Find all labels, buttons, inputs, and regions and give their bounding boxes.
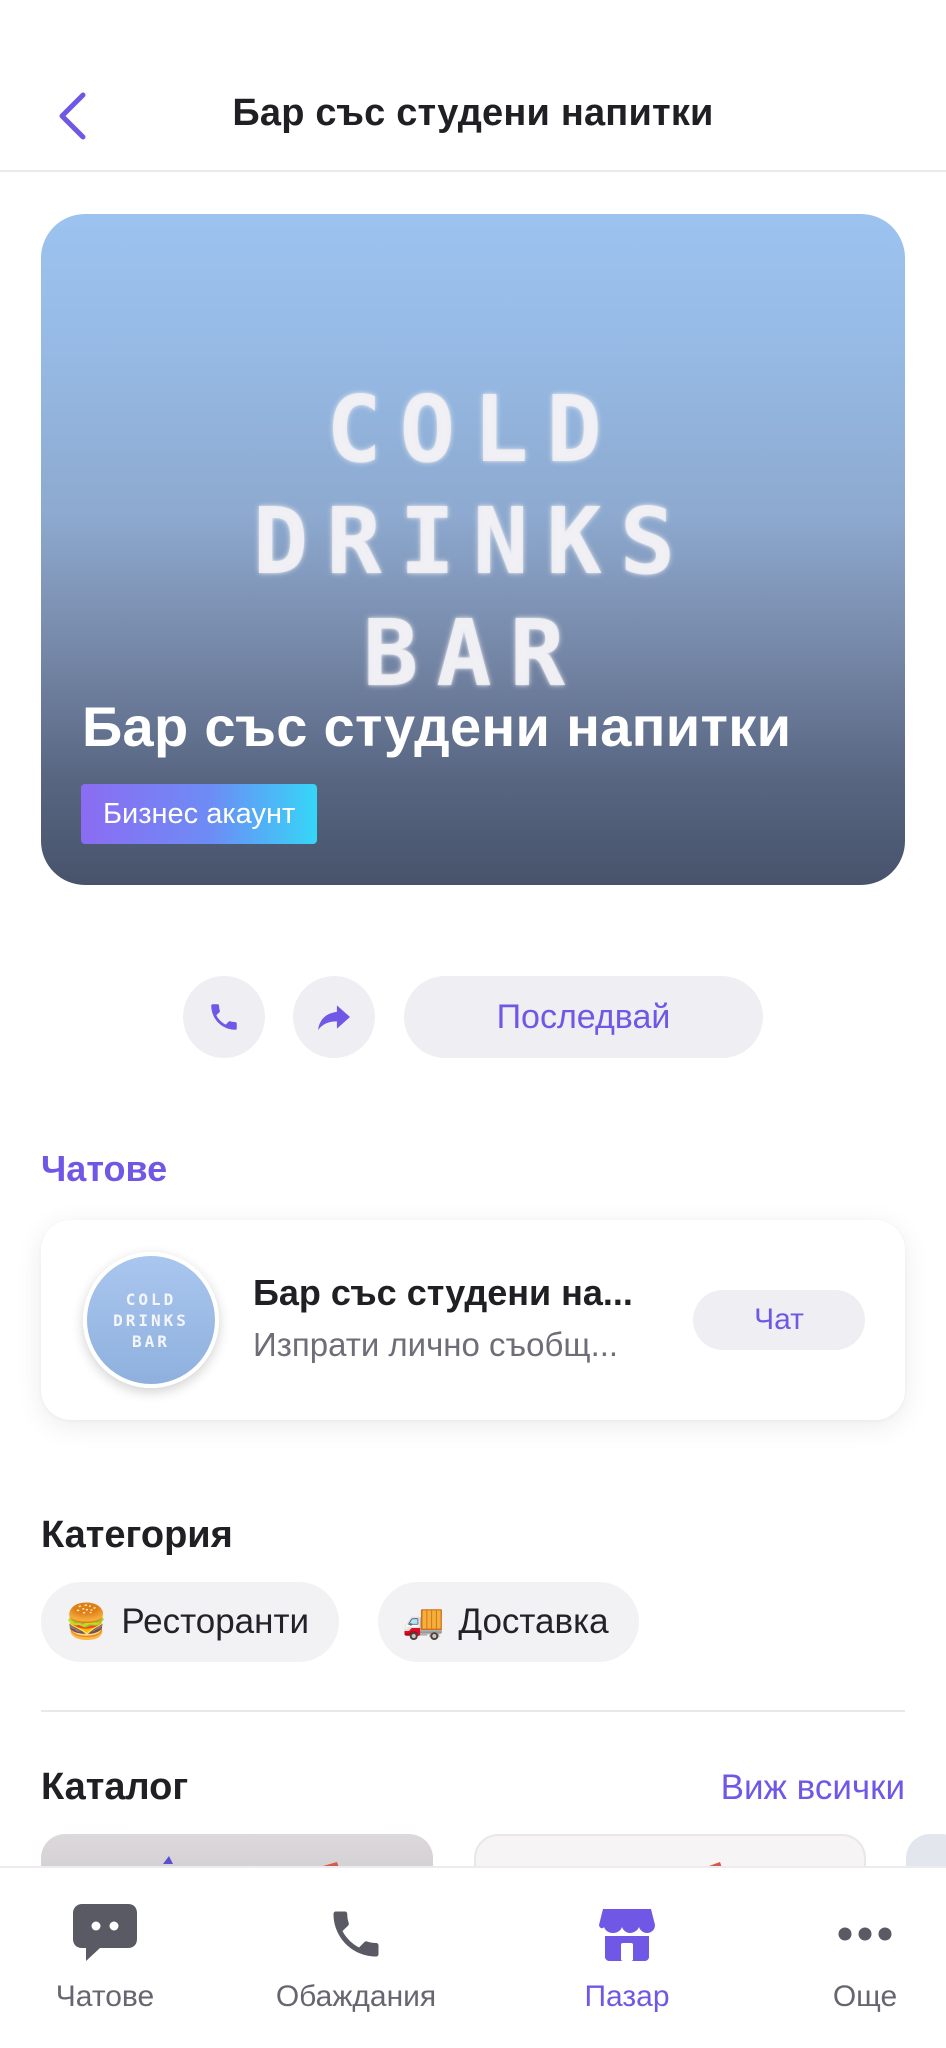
- burger-icon: 🍔: [65, 1603, 108, 1641]
- nav-item-chats[interactable]: Чатове: [20, 1868, 190, 2048]
- avatar-logo-line: BAR: [132, 1331, 170, 1351]
- chat-bubble-icon: [70, 1900, 140, 1968]
- bottom-navigation: Чатове Обаждания Пазар Още: [0, 1866, 946, 2048]
- phone-icon: [211, 1004, 237, 1030]
- category-chip-restaurants[interactable]: 🍔 Ресторанти: [41, 1582, 340, 1662]
- nav-item-market[interactable]: Пазар: [542, 1868, 712, 2048]
- avatar-logo-line: DRINKS: [113, 1310, 189, 1330]
- chat-list-item[interactable]: COLD DRINKS BAR Бар със студени на... Из…: [41, 1220, 905, 1420]
- chats-section-title: Чатове: [41, 1148, 168, 1189]
- business-profile-page: Бар със студени напитки COLD DRINKS BAR …: [0, 0, 946, 2048]
- chat-subtitle: Изпрати лично съобщ...: [253, 1326, 619, 1363]
- follow-button[interactable]: Последвай: [404, 976, 763, 1058]
- avatar-logo-line: COLD: [125, 1289, 177, 1309]
- phone-icon: [326, 1900, 386, 1968]
- see-all-link[interactable]: Виж всички: [721, 1768, 905, 1808]
- nav-item-more[interactable]: Още: [780, 1868, 946, 2048]
- nav-item-calls[interactable]: Обаждания: [256, 1868, 456, 2048]
- page-title: Бар със студени напитки: [232, 92, 714, 134]
- share-button[interactable]: [293, 976, 375, 1058]
- nav-label: Пазар: [584, 1980, 670, 2013]
- category-title: Категория: [41, 1514, 233, 1556]
- chat-button[interactable]: Чат: [693, 1290, 865, 1350]
- chip-label: Доставка: [458, 1602, 609, 1641]
- logo-line: COLD: [326, 376, 620, 483]
- divider: [41, 1710, 905, 1712]
- avatar: COLD DRINKS BAR: [83, 1252, 219, 1388]
- top-bar: Бар със студени напитки: [0, 0, 946, 172]
- nav-label: Още: [832, 1980, 898, 2013]
- call-button[interactable]: [183, 976, 265, 1058]
- store-icon: [597, 1900, 657, 1968]
- nav-label: Обаждания: [275, 1980, 437, 2013]
- cold-drinks-bar-logo: COLD DRINKS BAR: [41, 374, 905, 710]
- business-name: Бар със студени напитки: [82, 695, 792, 758]
- category-chip-delivery[interactable]: 🚚 Доставка: [378, 1582, 639, 1662]
- chip-label: Ресторанти: [121, 1602, 310, 1641]
- chat-name: Бар със студени на...: [253, 1272, 633, 1313]
- nav-label: Чатове: [55, 1980, 155, 2013]
- truck-icon: 🚚: [402, 1603, 445, 1641]
- more-dots-icon: [835, 1900, 895, 1968]
- cover-banner: COLD DRINKS BAR Бар със студени напитки …: [41, 214, 905, 885]
- catalog-title: Каталог: [41, 1766, 189, 1808]
- business-account-badge: Бизнес акаунт: [81, 784, 318, 844]
- logo-line: DRINKS: [252, 488, 694, 595]
- share-arrow-icon: [318, 1005, 350, 1031]
